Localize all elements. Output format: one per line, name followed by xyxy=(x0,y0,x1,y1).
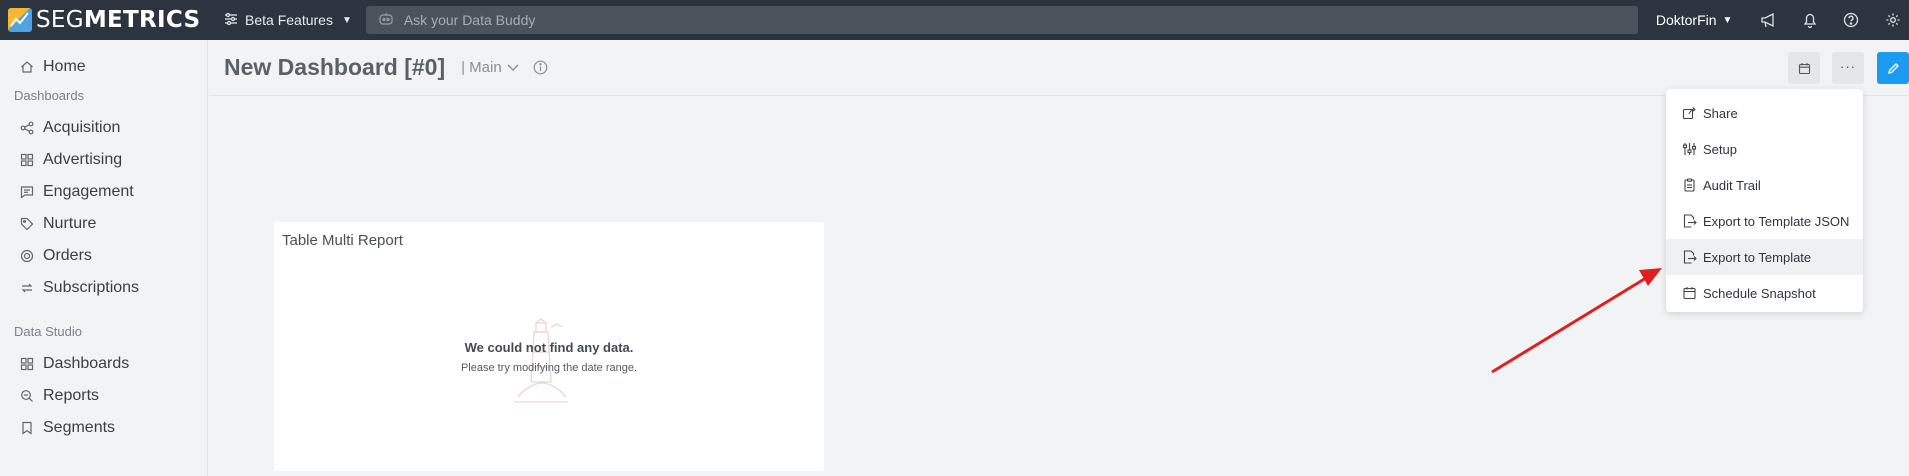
sidebar-item-home[interactable]: Home xyxy=(0,51,207,83)
sidebar-item-label: Segments xyxy=(43,419,116,436)
menu-item-label: Export to Template xyxy=(1703,249,1812,265)
report-card-title: Table Multi Report xyxy=(282,232,403,249)
sidebar-item-label: Dashboards xyxy=(43,355,130,372)
sidebar-item-studio-dashboards[interactable]: Dashboards xyxy=(0,348,207,380)
adjustments-icon xyxy=(1682,143,1697,155)
menu-item-label: Share xyxy=(1703,105,1738,121)
sidebar-item-label: Reports xyxy=(43,387,100,404)
grid-icon xyxy=(20,153,34,167)
sidebar-item-label: Subscriptions xyxy=(43,279,140,296)
more-options-button[interactable]: ··· xyxy=(1832,52,1864,84)
ellipsis-icon: ··· xyxy=(1840,58,1856,74)
sidebar-item-segments[interactable]: Segments xyxy=(0,412,207,444)
tag-icon xyxy=(20,217,34,231)
sidebar-item-orders[interactable]: Orders xyxy=(0,240,207,272)
report-card: Table Multi Report We could not find any… xyxy=(274,222,824,471)
sliders-icon xyxy=(224,12,238,29)
sidebar-item-label: Orders xyxy=(43,247,92,264)
sidebar-item-label: Home xyxy=(43,58,86,75)
view-label: | Main xyxy=(461,59,502,76)
info-icon[interactable] xyxy=(533,60,548,75)
home-icon xyxy=(21,61,33,73)
search-input[interactable] xyxy=(403,12,1604,28)
share-nodes-icon xyxy=(20,121,34,135)
menu-item-label: Schedule Snapshot xyxy=(1703,285,1816,301)
bell-icon[interactable] xyxy=(1803,12,1817,28)
sidebar-item-engagement[interactable]: Engagement xyxy=(0,176,207,208)
menu-item-export-template[interactable]: Export to Template xyxy=(1666,239,1863,275)
menu-item-export-template-json[interactable]: Export to Template JSON xyxy=(1666,203,1863,239)
more-options-menu: Share Setup Audit Trail Export to Templa… xyxy=(1666,89,1863,312)
page-header: New Dashboard [#0] | Main ··· xyxy=(209,40,1909,96)
coin-icon xyxy=(20,249,34,263)
caret-down-icon: ▼ xyxy=(1722,14,1733,26)
caret-down-icon: ▼ xyxy=(341,14,352,26)
grid-icon xyxy=(20,357,34,371)
sidebar-item-label: Acquisition xyxy=(43,119,121,136)
sidebar-item-label: Engagement xyxy=(43,183,134,200)
sidebar-item-nurture[interactable]: Nurture xyxy=(0,208,207,240)
sidebar-item-reports[interactable]: Reports xyxy=(0,380,207,412)
sidebar-item-label: Nurture xyxy=(43,215,97,232)
edit-dashboard-button[interactable] xyxy=(1877,52,1909,84)
sidebar-section-data-studio: Data Studio xyxy=(14,323,82,339)
account-label: DoktorFin xyxy=(1655,12,1717,28)
menu-item-schedule-snapshot[interactable]: Schedule Snapshot xyxy=(1666,275,1863,311)
beta-features-label: Beta Features xyxy=(245,12,333,28)
view-selector[interactable]: | Main xyxy=(461,59,519,76)
brand-logo[interactable]: SEGMETRICS xyxy=(8,7,208,33)
page-title: New Dashboard [#0] xyxy=(224,54,446,80)
calendar-icon xyxy=(1683,287,1696,300)
empty-state-heading: We could not find any data. xyxy=(464,340,634,355)
megaphone-icon[interactable] xyxy=(1760,12,1777,28)
zoom-icon xyxy=(21,390,33,402)
menu-item-setup[interactable]: Setup xyxy=(1666,131,1863,167)
settings-gear-icon[interactable] xyxy=(1885,12,1901,28)
share-icon xyxy=(1682,107,1696,120)
date-range-button[interactable] xyxy=(1788,52,1820,84)
sidebar-item-subscriptions[interactable]: Subscriptions xyxy=(0,272,207,304)
calendar-icon xyxy=(1798,62,1810,74)
message-icon xyxy=(20,186,34,199)
file-export-icon xyxy=(1683,250,1697,264)
sidebar-section-dashboards: Dashboards xyxy=(14,87,85,103)
beta-features-menu[interactable]: Beta Features ▼ xyxy=(224,12,352,29)
empty-state-text: Please try modifying the date range. xyxy=(460,362,638,374)
menu-item-share[interactable]: Share xyxy=(1666,95,1863,131)
repeat-icon xyxy=(21,283,33,293)
clipboard-icon xyxy=(1684,178,1695,192)
top-bar: SEGMETRICS Beta Features ▼ DoktorFin ▼ xyxy=(0,0,1909,40)
sidebar-item-label: Advertising xyxy=(43,151,123,168)
chevron-down-icon xyxy=(507,64,519,71)
bookmark-icon xyxy=(22,421,32,435)
pencil-icon xyxy=(1887,62,1899,74)
robot-icon xyxy=(378,12,394,29)
sidebar: Home Dashboards Acquisition Advertising … xyxy=(0,40,208,476)
file-export-icon xyxy=(1683,214,1697,228)
menu-item-label: Audit Trail xyxy=(1703,177,1761,193)
brand-name: SEGMETRICS xyxy=(36,7,201,33)
logo-icon xyxy=(8,8,32,32)
menu-item-label: Setup xyxy=(1703,141,1737,157)
menu-item-label: Export to Template JSON xyxy=(1703,213,1850,229)
sidebar-item-advertising[interactable]: Advertising xyxy=(0,144,207,176)
help-icon[interactable] xyxy=(1843,12,1859,28)
account-menu[interactable]: DoktorFin ▼ xyxy=(1656,12,1733,28)
sidebar-item-acquisition[interactable]: Acquisition xyxy=(0,112,207,144)
menu-item-audit-trail[interactable]: Audit Trail xyxy=(1666,167,1863,203)
data-buddy-search[interactable] xyxy=(365,6,1638,34)
